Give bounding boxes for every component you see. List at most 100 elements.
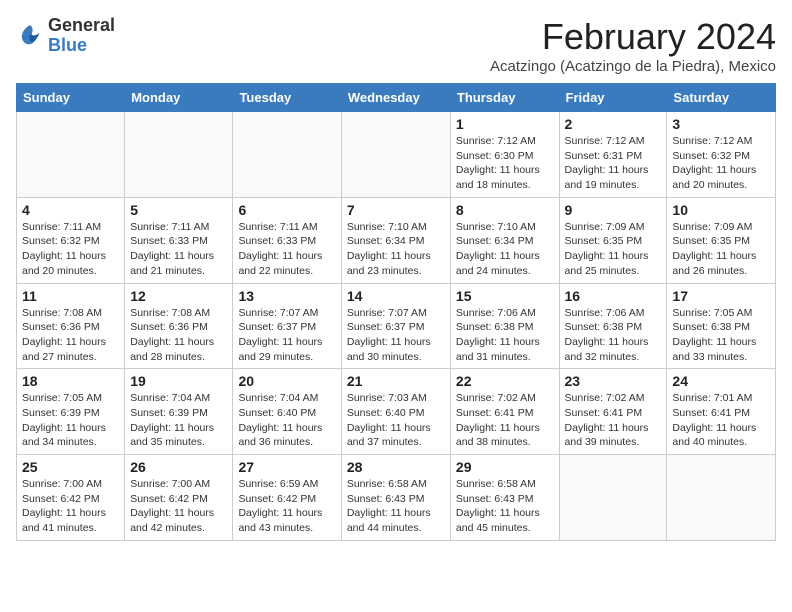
- calendar-cell: [559, 455, 667, 541]
- day-info: Sunrise: 7:07 AM Sunset: 6:37 PM Dayligh…: [238, 306, 335, 365]
- column-header-tuesday: Tuesday: [233, 84, 341, 112]
- day-number: 13: [238, 288, 335, 304]
- subtitle: Acatzingo (Acatzingo de la Piedra), Mexi…: [490, 58, 776, 75]
- calendar-cell: 19 Sunrise: 7:04 AM Sunset: 6:39 PM Dayli…: [125, 369, 233, 455]
- calendar-week-row: 25 Sunrise: 7:00 AM Sunset: 6:42 PM Dayli…: [17, 455, 776, 541]
- day-number: 27: [238, 459, 335, 475]
- calendar-cell: 13 Sunrise: 7:07 AM Sunset: 6:37 PM Dayli…: [233, 283, 341, 369]
- logo-general-text: General: [48, 15, 115, 35]
- calendar-cell: 29Sunrise: 6:58 AM Sunset: 6:43 PM Dayli…: [450, 455, 559, 541]
- calendar-week-row: 11Sunrise: 7:08 AM Sunset: 6:36 PM Dayli…: [17, 283, 776, 369]
- day-info: Sunrise: 6:59 AM Sunset: 6:42 PM Dayligh…: [238, 477, 335, 536]
- column-header-wednesday: Wednesday: [341, 84, 450, 112]
- day-info: Sunrise: 7:04 AM Sunset: 6:40 PM Dayligh…: [238, 391, 335, 450]
- day-number: 29: [456, 459, 554, 475]
- day-number: 21: [347, 373, 445, 389]
- day-info: Sunrise: 7:02 AM Sunset: 6:41 PM Dayligh…: [456, 391, 554, 450]
- day-info: Sunrise: 7:05 AM Sunset: 6:39 PM Dayligh…: [22, 391, 119, 450]
- day-info: Sunrise: 7:11 AM Sunset: 6:32 PM Dayligh…: [22, 220, 119, 279]
- day-info: Sunrise: 7:10 AM Sunset: 6:34 PM Dayligh…: [456, 220, 554, 279]
- calendar-table: SundayMondayTuesdayWednesdayThursdayFrid…: [16, 83, 776, 541]
- calendar-week-row: 18 Sunrise: 7:05 AM Sunset: 6:39 PM Dayli…: [17, 369, 776, 455]
- calendar-week-row: 1 Sunrise: 7:12 AM Sunset: 6:30 PM Daylig…: [17, 112, 776, 198]
- day-info: Sunrise: 7:04 AM Sunset: 6:39 PM Dayligh…: [130, 391, 227, 450]
- day-info: Sunrise: 7:02 AM Sunset: 6:41 PM Dayligh…: [565, 391, 662, 450]
- day-number: 12: [130, 288, 227, 304]
- day-number: 5: [130, 202, 227, 218]
- calendar-cell: 20 Sunrise: 7:04 AM Sunset: 6:40 PM Dayli…: [233, 369, 341, 455]
- calendar-cell: 25 Sunrise: 7:00 AM Sunset: 6:42 PM Dayli…: [17, 455, 125, 541]
- day-info: Sunrise: 7:09 AM Sunset: 6:35 PM Dayligh…: [672, 220, 770, 279]
- day-number: 15: [456, 288, 554, 304]
- calendar-cell: 18 Sunrise: 7:05 AM Sunset: 6:39 PM Dayli…: [17, 369, 125, 455]
- calendar-cell: [667, 455, 776, 541]
- calendar-cell: 12 Sunrise: 7:08 AM Sunset: 6:36 PM Dayli…: [125, 283, 233, 369]
- calendar-cell: 10 Sunrise: 7:09 AM Sunset: 6:35 PM Dayli…: [667, 197, 776, 283]
- column-header-saturday: Saturday: [667, 84, 776, 112]
- day-info: Sunrise: 7:01 AM Sunset: 6:41 PM Dayligh…: [672, 391, 770, 450]
- calendar-cell: 7 Sunrise: 7:10 AM Sunset: 6:34 PM Daylig…: [341, 197, 450, 283]
- column-header-sunday: Sunday: [17, 84, 125, 112]
- day-info: Sunrise: 7:09 AM Sunset: 6:35 PM Dayligh…: [565, 220, 662, 279]
- day-number: 1: [456, 116, 554, 132]
- day-number: 3: [672, 116, 770, 132]
- logo-icon: [16, 22, 44, 50]
- day-info: Sunrise: 7:06 AM Sunset: 6:38 PM Dayligh…: [565, 306, 662, 365]
- calendar-cell: [17, 112, 125, 198]
- title-block: February 2024 Acatzingo (Acatzingo de la…: [490, 16, 776, 75]
- calendar-cell: 22Sunrise: 7:02 AM Sunset: 6:41 PM Dayli…: [450, 369, 559, 455]
- day-number: 24: [672, 373, 770, 389]
- logo: General Blue: [16, 16, 115, 56]
- day-number: 17: [672, 288, 770, 304]
- day-info: Sunrise: 7:00 AM Sunset: 6:42 PM Dayligh…: [22, 477, 119, 536]
- day-info: Sunrise: 7:12 AM Sunset: 6:32 PM Dayligh…: [672, 134, 770, 193]
- day-number: 9: [565, 202, 662, 218]
- day-info: Sunrise: 7:00 AM Sunset: 6:42 PM Dayligh…: [130, 477, 227, 536]
- calendar-cell: 23 Sunrise: 7:02 AM Sunset: 6:41 PM Dayli…: [559, 369, 667, 455]
- day-number: 14: [347, 288, 445, 304]
- day-info: Sunrise: 7:11 AM Sunset: 6:33 PM Dayligh…: [238, 220, 335, 279]
- calendar-cell: 1 Sunrise: 7:12 AM Sunset: 6:30 PM Daylig…: [450, 112, 559, 198]
- calendar-cell: 16 Sunrise: 7:06 AM Sunset: 6:38 PM Dayli…: [559, 283, 667, 369]
- day-number: 10: [672, 202, 770, 218]
- calendar-cell: 14 Sunrise: 7:07 AM Sunset: 6:37 PM Dayli…: [341, 283, 450, 369]
- calendar-cell: 9 Sunrise: 7:09 AM Sunset: 6:35 PM Daylig…: [559, 197, 667, 283]
- day-number: 8: [456, 202, 554, 218]
- column-header-monday: Monday: [125, 84, 233, 112]
- calendar-cell: 28 Sunrise: 6:58 AM Sunset: 6:43 PM Dayli…: [341, 455, 450, 541]
- calendar-cell: 24 Sunrise: 7:01 AM Sunset: 6:41 PM Dayli…: [667, 369, 776, 455]
- day-number: 23: [565, 373, 662, 389]
- day-info: Sunrise: 7:12 AM Sunset: 6:30 PM Dayligh…: [456, 134, 554, 193]
- day-number: 16: [565, 288, 662, 304]
- day-number: 20: [238, 373, 335, 389]
- calendar-cell: 27 Sunrise: 6:59 AM Sunset: 6:42 PM Dayli…: [233, 455, 341, 541]
- day-info: Sunrise: 7:08 AM Sunset: 6:36 PM Dayligh…: [130, 306, 227, 365]
- day-number: 7: [347, 202, 445, 218]
- day-number: 19: [130, 373, 227, 389]
- column-header-friday: Friday: [559, 84, 667, 112]
- calendar-cell: [341, 112, 450, 198]
- day-info: Sunrise: 7:10 AM Sunset: 6:34 PM Dayligh…: [347, 220, 445, 279]
- main-title: February 2024: [490, 16, 776, 58]
- calendar-cell: 6 Sunrise: 7:11 AM Sunset: 6:33 PM Daylig…: [233, 197, 341, 283]
- calendar-cell: 11Sunrise: 7:08 AM Sunset: 6:36 PM Dayli…: [17, 283, 125, 369]
- day-number: 6: [238, 202, 335, 218]
- calendar-cell: 5 Sunrise: 7:11 AM Sunset: 6:33 PM Daylig…: [125, 197, 233, 283]
- calendar-cell: 3 Sunrise: 7:12 AM Sunset: 6:32 PM Daylig…: [667, 112, 776, 198]
- day-info: Sunrise: 7:11 AM Sunset: 6:33 PM Dayligh…: [130, 220, 227, 279]
- day-number: 28: [347, 459, 445, 475]
- column-header-thursday: Thursday: [450, 84, 559, 112]
- day-info: Sunrise: 7:06 AM Sunset: 6:38 PM Dayligh…: [456, 306, 554, 365]
- day-info: Sunrise: 6:58 AM Sunset: 6:43 PM Dayligh…: [347, 477, 445, 536]
- day-info: Sunrise: 7:07 AM Sunset: 6:37 PM Dayligh…: [347, 306, 445, 365]
- calendar-cell: 21 Sunrise: 7:03 AM Sunset: 6:40 PM Dayli…: [341, 369, 450, 455]
- day-info: Sunrise: 7:03 AM Sunset: 6:40 PM Dayligh…: [347, 391, 445, 450]
- calendar-cell: 26Sunrise: 7:00 AM Sunset: 6:42 PM Dayli…: [125, 455, 233, 541]
- day-number: 18: [22, 373, 119, 389]
- day-number: 4: [22, 202, 119, 218]
- day-number: 25: [22, 459, 119, 475]
- calendar-cell: [233, 112, 341, 198]
- logo-blue-text: Blue: [48, 35, 87, 55]
- calendar-cell: [125, 112, 233, 198]
- calendar-cell: 2Sunrise: 7:12 AM Sunset: 6:31 PM Daylig…: [559, 112, 667, 198]
